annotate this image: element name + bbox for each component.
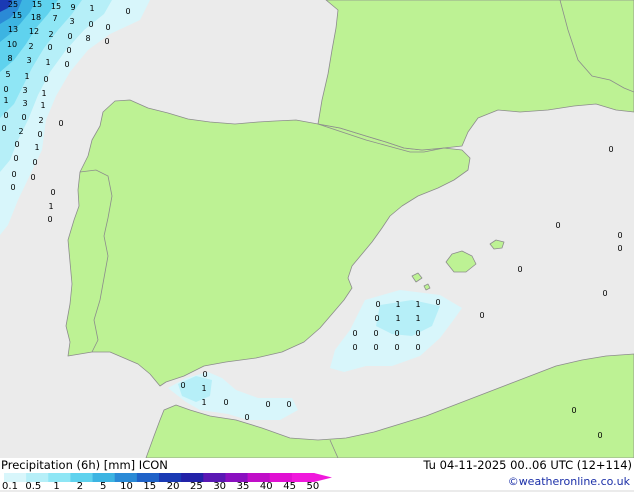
- precip-value-label: 0: [64, 60, 69, 69]
- precip-value-label: 0: [105, 23, 110, 32]
- precip-value-label: 0: [10, 183, 15, 192]
- precip-value-label: 0: [479, 311, 484, 320]
- precip-value-label: 0: [555, 221, 560, 230]
- precip-value-label: 10: [7, 40, 17, 49]
- precip-value-label: 1: [395, 314, 400, 323]
- precip-value-label: 1: [24, 72, 29, 81]
- precip-value-label: 8: [7, 54, 12, 63]
- precip-value-label: 1: [395, 300, 400, 309]
- legend-bar: Precipitation (6h) [mm] ICON Tu 04-11-20…: [0, 458, 634, 492]
- precip-value-label: 0: [180, 381, 185, 390]
- precip-value-label: 15: [32, 0, 42, 9]
- precip-value-label: 1: [45, 58, 50, 67]
- precip-value-label: 0: [125, 7, 130, 16]
- precip-value-label: 1: [415, 314, 420, 323]
- precip-value-label: 25: [8, 0, 18, 9]
- precip-value-label: 5: [5, 70, 10, 79]
- precip-value-label: 0: [3, 85, 8, 94]
- precip-value-label: 0: [394, 329, 399, 338]
- weather-map-window: 25 15 15 9 1 0 15 18 7 3 0 0 13 12 2 0 8 0 10 2 0 0 8 3 1 0 5 1 0 0 3 1…: [0, 0, 634, 492]
- precip-value-label: 0: [435, 298, 440, 307]
- precip-value-label: 0: [352, 343, 357, 352]
- precip-value-label: 12: [29, 27, 39, 36]
- precip-value-label: 0: [66, 46, 71, 55]
- precip-value-label: 0: [415, 329, 420, 338]
- precip-value-label: 15: [12, 11, 22, 20]
- precip-value-label: 0: [617, 231, 622, 240]
- precip-value-label: 2: [38, 116, 43, 125]
- valid-time-label: Tu 04-11-2025 00..06 UTC (12+114): [423, 458, 632, 472]
- precip-value-label: 0: [104, 37, 109, 46]
- precip-value-label: 1: [89, 4, 94, 13]
- precip-value-label: 2: [48, 30, 53, 39]
- precip-value-label: 1: [41, 89, 46, 98]
- credit-link[interactable]: ©weatheronline.co.uk: [508, 475, 630, 488]
- precip-value-label: 0: [14, 140, 19, 149]
- precip-value-label: 0: [67, 32, 72, 41]
- precip-value-label: 0: [32, 158, 37, 167]
- precip-value-label: 0: [13, 154, 18, 163]
- map-title: Precipitation (6h) [mm] ICON: [1, 458, 168, 472]
- precip-value-label: 0: [50, 188, 55, 197]
- precip-value-label: 0: [3, 111, 8, 120]
- precip-value-label: 0: [21, 113, 26, 122]
- precip-value-label: 0: [202, 370, 207, 379]
- precip-value-label: 0: [47, 215, 52, 224]
- precip-value-label: 7: [52, 14, 57, 23]
- precip-value-label: 0: [373, 343, 378, 352]
- precip-value-label: 0: [415, 343, 420, 352]
- precip-value-label: 15: [51, 2, 61, 11]
- precip-value-label: 0: [43, 75, 48, 84]
- precip-value-label: 13: [8, 25, 18, 34]
- precip-value-label: 0: [374, 314, 379, 323]
- precip-value-label: 1: [40, 101, 45, 110]
- precip-value-label: 0: [30, 173, 35, 182]
- precip-value-label: 0: [373, 329, 378, 338]
- precip-value-label: 3: [69, 17, 74, 26]
- precip-value-label: 0: [597, 431, 602, 440]
- precip-value-label: 0: [517, 265, 522, 274]
- precip-value-label: 9: [70, 3, 75, 12]
- precip-value-label: 0: [617, 244, 622, 253]
- precip-value-label: 0: [47, 43, 52, 52]
- precip-value-label: 1: [34, 143, 39, 152]
- precip-value-label: 1: [201, 398, 206, 407]
- precip-value-label: 0: [265, 400, 270, 409]
- precipitation-map[interactable]: 25 15 15 9 1 015 18 7 3 0 013 12 2 0 8 010 2 0 08 3 1 05 1 00 3 1…: [0, 0, 634, 458]
- precip-value-label: 3: [26, 56, 31, 65]
- precip-value-label: 1: [48, 202, 53, 211]
- precip-value-label: 1: [415, 300, 420, 309]
- precip-value-label: 0: [352, 329, 357, 338]
- precip-value-label: 0: [394, 343, 399, 352]
- precip-value-label: 0: [375, 300, 380, 309]
- precip-value-label: 2: [28, 42, 33, 51]
- precip-value-label: 0: [11, 170, 16, 179]
- precip-value-label: 3: [22, 99, 27, 108]
- precip-value-label: 0: [88, 20, 93, 29]
- precip-value-label: 0: [571, 406, 576, 415]
- precip-value-label: 18: [31, 13, 41, 22]
- precip-value-label: 1: [201, 384, 206, 393]
- precip-value-label: 1: [3, 96, 8, 105]
- precip-value-label: 0: [244, 413, 249, 422]
- precip-value-label: 0: [223, 398, 228, 407]
- color-scale-swatch: [48, 473, 71, 482]
- precip-value-label: 8: [85, 34, 90, 43]
- precip-value-label: 3: [22, 86, 27, 95]
- precip-value-label: 0: [37, 130, 42, 139]
- precip-value-label: 0: [58, 119, 63, 128]
- precip-value-label: 0: [602, 289, 607, 298]
- precip-value-label: 0: [608, 145, 613, 154]
- precip-value-label: 2: [18, 127, 23, 136]
- precip-value-label: 0: [286, 400, 291, 409]
- precip-value-label: 0: [1, 124, 6, 133]
